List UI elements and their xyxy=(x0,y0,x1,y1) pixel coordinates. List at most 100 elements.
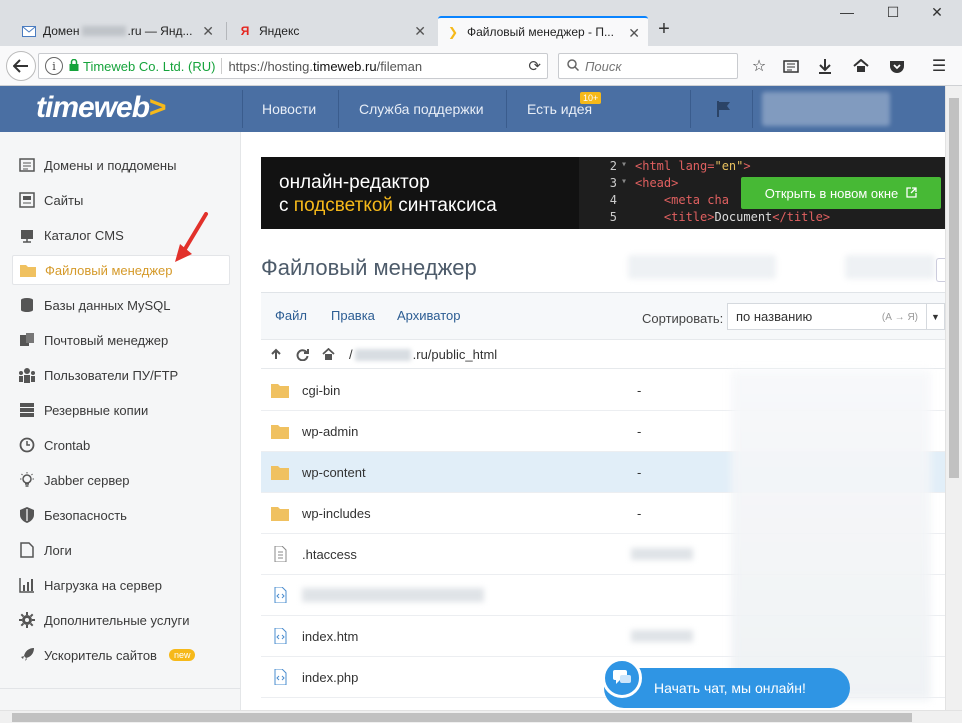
toggle-button[interactable] xyxy=(936,258,945,282)
file-size: - xyxy=(637,383,642,398)
timeweb-logo[interactable]: timeweb> xyxy=(36,91,167,125)
tab-label: Файловый менеджер - П... xyxy=(467,25,614,39)
sidebar-item-label: Дополнительные услуги xyxy=(44,612,190,628)
divider xyxy=(690,90,691,128)
path-bar: / .ru/public_html xyxy=(261,339,945,369)
window-close-button[interactable]: ✕ xyxy=(922,4,952,21)
horizontal-scrollbar[interactable] xyxy=(0,710,962,723)
sidebar-item-sites[interactable]: Сайты xyxy=(12,185,230,215)
up-arrow-icon[interactable] xyxy=(265,343,287,365)
tab-yandex[interactable]: Я Яндекс ✕ xyxy=(230,16,434,46)
code-line: 3 ▾ <head> xyxy=(609,176,679,190)
bulb-icon xyxy=(18,471,36,489)
scroll-thumb[interactable] xyxy=(12,713,912,722)
sidebar-item-label: Crontab xyxy=(44,437,91,453)
reading-list-icon[interactable] xyxy=(778,54,804,78)
reload-icon[interactable]: ⟳ xyxy=(528,57,541,75)
divider xyxy=(221,58,223,74)
tab-domain[interactable]: Домен .ru — Янд... ✕ xyxy=(14,16,222,46)
sidebar-item-jabber[interactable]: Jabber сервер xyxy=(12,465,230,495)
search-input[interactable]: Поиск xyxy=(558,53,738,79)
tab-filemanager[interactable]: ❯ Файловый менеджер - П... ✕ xyxy=(438,16,648,46)
nav-news[interactable]: Новости xyxy=(262,86,316,132)
sidebar-item-label: Нагрузка на сервер xyxy=(44,577,162,593)
redacted-columns xyxy=(731,370,931,700)
sites-icon xyxy=(18,191,36,209)
close-icon[interactable]: ✕ xyxy=(414,23,426,40)
download-icon[interactable] xyxy=(812,54,838,78)
sidebar-item-label: Логи xyxy=(44,542,72,558)
domains-icon xyxy=(18,156,36,174)
sidebar-item-mail[interactable]: Почтовый менеджер xyxy=(12,325,230,355)
new-tab-button[interactable]: + xyxy=(651,18,677,41)
vertical-scrollbar[interactable] xyxy=(945,86,962,710)
url-text[interactable]: https://hosting.timeweb.ru/fileman xyxy=(228,59,422,74)
folder-icon xyxy=(19,261,37,279)
home-icon[interactable] xyxy=(317,343,339,365)
backup-icon xyxy=(18,401,36,419)
sidebar-item-accelerator[interactable]: Ускоритель сайтов new xyxy=(12,640,230,670)
browser-tab-bar: Домен .ru — Янд... ✕ Я Яндекс ✕ ❯ Файлов… xyxy=(0,0,962,46)
redacted-info xyxy=(845,255,935,279)
file-name: cgi-bin xyxy=(302,382,341,398)
close-icon[interactable]: ✕ xyxy=(628,25,640,42)
account-blurred[interactable] xyxy=(762,92,890,126)
flag-icon[interactable] xyxy=(715,100,733,118)
sidebar-item-users[interactable]: Пользователи ПУ/FTP xyxy=(12,360,230,390)
site-header: timeweb> Новости Служба поддержки Есть и… xyxy=(0,86,945,132)
address-bar[interactable]: i Timeweb Co. Ltd. (RU) https://hosting.… xyxy=(38,53,548,79)
code-line: 2 ▾ <html lang="en"> xyxy=(609,159,751,173)
chat-icon[interactable] xyxy=(602,658,642,698)
minimize-button[interactable]: — xyxy=(832,4,862,20)
sidebar-item-security[interactable]: Безопасность xyxy=(12,500,230,530)
sidebar-item-label: Домены и поддомены xyxy=(44,157,177,173)
home-icon[interactable] xyxy=(848,54,874,78)
mail-icon xyxy=(22,24,36,38)
fm-toolbar: Файл Правка Архиватор Сортировать: по на… xyxy=(261,293,945,339)
info-icon[interactable]: i xyxy=(45,57,63,75)
sidebar-item-logs[interactable]: Логи xyxy=(12,535,230,565)
maximize-button[interactable]: ☐ xyxy=(878,4,908,21)
sidebar-item-load[interactable]: Нагрузка на сервер xyxy=(12,570,230,600)
menu-file[interactable]: Файл xyxy=(275,308,307,323)
browser-nav-bar: i Timeweb Co. Ltd. (RU) https://hosting.… xyxy=(0,46,962,86)
sidebar-item-backup[interactable]: Резервные копии xyxy=(12,395,230,425)
redacted-size xyxy=(631,548,693,560)
pocket-icon[interactable] xyxy=(884,54,910,78)
tab-label: .ru — Янд... xyxy=(127,24,193,38)
redacted-filename xyxy=(302,588,484,602)
cms-icon xyxy=(18,226,36,244)
users-icon xyxy=(18,366,36,384)
sidebar-item-services[interactable]: Дополнительные услуги xyxy=(12,605,230,635)
sidebar-item-crontab[interactable]: Crontab xyxy=(12,430,230,460)
sidebar-item-label: Резервные копии xyxy=(44,402,149,418)
sidebar-item-domains[interactable]: Домены и поддомены xyxy=(12,150,230,180)
menu-archiver[interactable]: Архиватор xyxy=(397,308,461,323)
chat-widget[interactable]: Начать чат, мы онлайн! xyxy=(592,658,862,710)
refresh-icon[interactable] xyxy=(291,343,313,365)
sidebar-item-label: Пользователи ПУ/FTP xyxy=(44,367,179,383)
chevron-down-icon: ▼ xyxy=(926,304,944,329)
editor-promo-banner[interactable]: онлайн-редактор с подсветкой синтаксиса … xyxy=(261,157,945,229)
sort-select[interactable]: по названию (А → Я) ▼ xyxy=(727,303,945,330)
sidebar-item-label: Базы данных MySQL xyxy=(44,297,171,313)
html-file-icon xyxy=(274,628,287,644)
redacted-size xyxy=(631,630,693,642)
menu-icon[interactable]: ☰ xyxy=(926,54,952,78)
scroll-thumb[interactable] xyxy=(949,98,959,478)
back-button[interactable] xyxy=(6,51,36,81)
site-identity[interactable]: Timeweb Co. Ltd. (RU) xyxy=(83,59,215,74)
file-name: index.htm xyxy=(302,628,359,644)
close-icon[interactable]: ✕ xyxy=(202,23,214,40)
nav-support[interactable]: Служба поддержки xyxy=(359,86,484,132)
sidebar-item-mysql[interactable]: Базы данных MySQL xyxy=(12,290,230,320)
bookmark-star-icon[interactable]: ☆ xyxy=(746,54,772,78)
idea-count-badge: 10+ xyxy=(580,92,602,104)
open-new-window-button[interactable]: Открыть в новом окне xyxy=(741,177,941,209)
file-icon xyxy=(274,546,287,562)
menu-edit[interactable]: Правка xyxy=(331,308,375,323)
database-icon xyxy=(18,296,36,314)
sidebar-item-label: Почтовый менеджер xyxy=(44,332,169,348)
yandex-icon: Я xyxy=(240,24,250,38)
code-line: 4 <meta cha xyxy=(609,193,729,207)
